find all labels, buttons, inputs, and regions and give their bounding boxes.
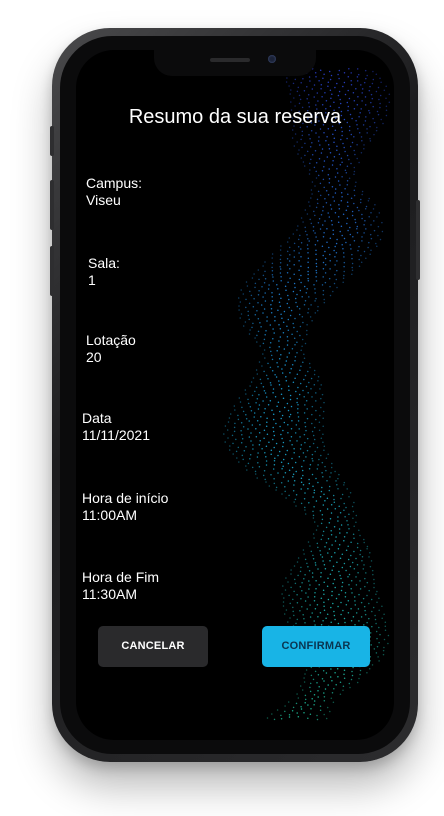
mute-switch [50,126,54,156]
hora-inicio-value: 11:00AM [82,507,137,523]
notch [154,50,316,76]
confirm-button[interactable]: CONFIRMAR [262,626,370,667]
volume-down-button [50,246,54,296]
data-value: 11/11/2021 [82,427,150,443]
front-camera-icon [268,55,276,63]
volume-up-button [50,180,54,230]
sala-field: Sala: 1 [88,255,120,289]
campus-field: Campus: Viseu [86,175,142,209]
hora-fim-field: Hora de Fim 11:30AM [82,569,159,603]
page-title: Resumo da sua reserva [128,106,342,128]
phone-mockup: Resumo da sua reserva Campus: Viseu Sala… [0,0,444,816]
campus-label: Campus: [86,175,143,191]
campus-value: Viseu [86,192,121,208]
data-label: Data [82,410,112,426]
hora-inicio-label: Hora de início [82,490,169,506]
lotacao-field: Lotação 20 [86,332,136,366]
hora-fim-label: Hora de Fim [82,569,160,585]
lotacao-value: 20 [86,349,102,365]
lotacao-label: Lotação [86,332,136,348]
hora-fim-value: 11:30AM [82,586,137,602]
speaker-grille [210,58,250,62]
sala-value: 1 [88,272,96,288]
hora-inicio-field: Hora de início 11:00AM [82,490,168,524]
cancel-button[interactable]: CANCELAR [98,626,208,667]
phone-screen: Resumo da sua reserva Campus: Viseu Sala… [76,50,394,740]
power-button [416,200,420,280]
data-field: Data 11/11/2021 [82,410,150,444]
sala-label: Sala: [88,255,120,271]
